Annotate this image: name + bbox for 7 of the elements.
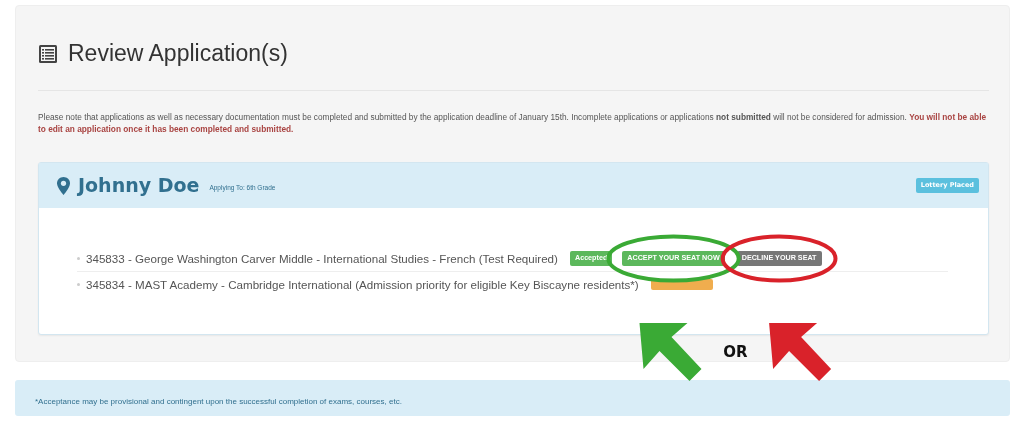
program-text: 345834 - MAST Academy - Cambridge International (Admission priority for eligible Key Biscayne residents*)	[86, 277, 639, 294]
applicant-name: Johnny Doe	[78, 173, 200, 199]
notice-paragraph: Please note that applications as well as necessary documentation must be completed and submitted by the application deadline of January 15th. Incomplete applications or applications not submitted will not be considered for admission. You will not be able to edit an application once it has been completed and submitted.	[38, 110, 988, 137]
footnote-text: *Acceptance may be provisional and contingent upon the successful completion of exams, courses, etc.	[35, 395, 403, 408]
program-text: 345833 - George Washington Carver Middle - International Studies - French (Test Required)	[86, 250, 558, 267]
page-title: Review Application(s)	[68, 40, 288, 68]
or-label: OR	[723, 343, 748, 361]
